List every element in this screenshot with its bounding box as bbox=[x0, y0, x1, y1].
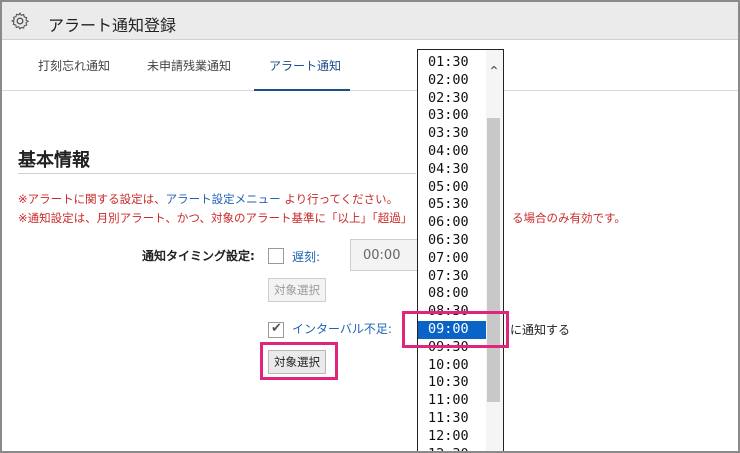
dropdown-option[interactable]: 02:00 bbox=[418, 72, 486, 90]
late-checkbox[interactable] bbox=[268, 248, 284, 264]
dropdown-option[interactable]: 11:30 bbox=[418, 410, 486, 428]
window-title: アラート通知登録 bbox=[48, 16, 177, 35]
dropdown-scroll-thumb[interactable] bbox=[487, 118, 500, 402]
dropdown-option[interactable]: 04:00 bbox=[418, 143, 486, 161]
notice-suffix: より行ってください。 bbox=[280, 192, 399, 206]
dropdown-option[interactable]: 03:00 bbox=[418, 107, 486, 125]
tab-unapplied-overtime[interactable]: 未申請残業通知 bbox=[147, 57, 231, 74]
late-target-select-button[interactable]: 対象選択 bbox=[268, 278, 326, 302]
time-dropdown-list[interactable]: ⌃ 01:30 02:00 02:30 03:00 03:30 04:00 04:30 05:… bbox=[417, 49, 504, 451]
tab-clock-forgot[interactable]: 打刻忘れ通知 bbox=[38, 57, 110, 74]
notification-timing-label: 通知タイミング設定: bbox=[142, 249, 255, 263]
notice-line-1: ※アラートに関する設定は、アラート設定メニュー より行ってください。 bbox=[18, 191, 398, 207]
late-label[interactable]: 遅刻: bbox=[292, 248, 320, 265]
dropdown-option[interactable]: 06:30 bbox=[418, 232, 486, 250]
selected-time-highlight bbox=[402, 311, 509, 348]
title-bar: アラート通知登録 bbox=[2, 2, 738, 40]
dropdown-option[interactable]: 01:30 bbox=[418, 54, 486, 72]
active-tab-indicator bbox=[254, 89, 350, 91]
chevron-up-icon[interactable]: ⌃ bbox=[486, 64, 502, 80]
dropdown-option[interactable]: 06:00 bbox=[418, 214, 486, 232]
app-window: アラート通知登録 打刻忘れ通知 未申請残業通知 アラート通知 基本情報 ※アラー… bbox=[0, 0, 740, 453]
dropdown-option[interactable]: 07:00 bbox=[418, 250, 486, 268]
notify-suffix: に通知する bbox=[510, 323, 571, 337]
notice-line-2-tail: る場合のみ有効です。 bbox=[512, 211, 626, 225]
dropdown-option[interactable]: 02:30 bbox=[418, 90, 486, 108]
target-select-highlight bbox=[260, 342, 338, 380]
dropdown-option[interactable]: 08:00 bbox=[418, 285, 486, 303]
dropdown-option[interactable]: 12:30 bbox=[418, 446, 486, 451]
dropdown-option[interactable]: 10:30 bbox=[418, 374, 486, 392]
dropdown-option[interactable]: 04:30 bbox=[418, 161, 486, 179]
notice-line-2: ※通知設定は、月別アラート、かつ、対象のアラート基準に「以上」「超過」 bbox=[18, 211, 413, 225]
dropdown-option[interactable]: 10:00 bbox=[418, 357, 486, 375]
late-time-select[interactable]: 00:00 bbox=[350, 239, 420, 271]
dropdown-option[interactable]: 05:30 bbox=[418, 196, 486, 214]
dropdown-option[interactable]: 11:00 bbox=[418, 392, 486, 410]
alert-settings-menu-link[interactable]: アラート設定メニュー bbox=[166, 192, 281, 206]
dropdown-option[interactable]: 12:00 bbox=[418, 428, 486, 446]
dropdown-option[interactable]: 05:00 bbox=[418, 179, 486, 197]
interval-checkbox[interactable]: ✔ bbox=[268, 321, 284, 338]
tab-alert-notification[interactable]: アラート通知 bbox=[269, 57, 341, 74]
dropdown-options: 01:30 02:00 02:30 03:00 03:30 04:00 04:30 05:00… bbox=[418, 54, 486, 451]
tab-bar: 打刻忘れ通知 未申請残業通知 アラート通知 bbox=[2, 40, 738, 91]
section-divider bbox=[18, 173, 416, 174]
notice-prefix: ※アラートに関する設定は、 bbox=[18, 192, 166, 206]
dropdown-option[interactable]: 03:30 bbox=[418, 125, 486, 143]
dropdown-option[interactable]: 07:30 bbox=[418, 268, 486, 286]
check-icon: ✔ bbox=[271, 321, 282, 336]
interval-shortage-label[interactable]: インターバル不足: bbox=[292, 320, 392, 337]
section-title: 基本情報 bbox=[18, 150, 90, 171]
gear-icon[interactable] bbox=[10, 11, 30, 31]
